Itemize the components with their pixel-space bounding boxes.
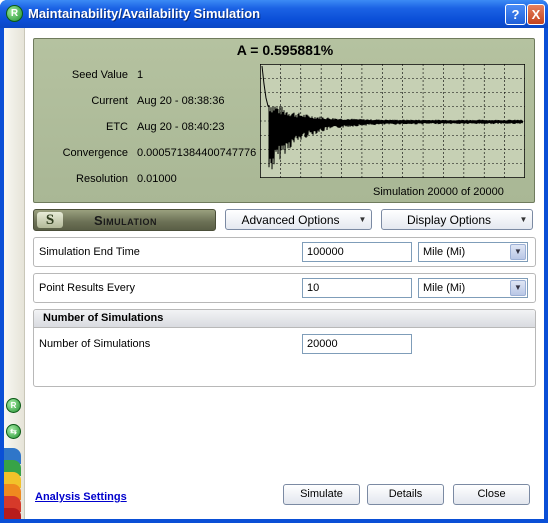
group-header: Number of Simulations bbox=[34, 310, 535, 328]
point-results-label: Point Results Every bbox=[39, 282, 135, 294]
stat-value: 0.000571384400747776 bbox=[137, 147, 257, 159]
end-time-input[interactable] bbox=[302, 242, 412, 262]
stat-value: Aug 20 - 08:38:36 bbox=[137, 95, 225, 107]
advanced-options-button[interactable]: Advanced Options ▼ bbox=[225, 209, 372, 230]
section-title: Simulation bbox=[94, 213, 157, 228]
stat-value: 1 bbox=[137, 69, 144, 81]
reliasoft-r-icon: R bbox=[6, 5, 23, 22]
stat-value: Aug 20 - 08:40:23 bbox=[137, 121, 225, 133]
stat-label: ETC bbox=[106, 121, 128, 133]
advanced-options-label: Advanced Options bbox=[241, 213, 340, 227]
section-letter-icon: S bbox=[37, 212, 63, 228]
point-results-group: Point Results Every Mile (Mi) ▼ bbox=[33, 273, 536, 303]
reliasoft-r-icon[interactable]: R bbox=[6, 398, 21, 413]
section-badge: S Simulation bbox=[33, 209, 216, 231]
end-time-label: Simulation End Time bbox=[39, 246, 140, 258]
chevron-down-icon: ▼ bbox=[358, 215, 367, 224]
end-time-group: Simulation End Time Mile (Mi) ▼ bbox=[33, 237, 536, 267]
close-window-button[interactable]: X bbox=[527, 4, 545, 25]
number-of-simulations-group: Number of Simulations Number of Simulati… bbox=[33, 309, 536, 387]
simulation-window: R Maintainability/Availability Simulatio… bbox=[0, 0, 548, 523]
availability-heading: A = 0.595881% bbox=[236, 42, 334, 58]
num-sims-label: Number of Simulations bbox=[39, 338, 151, 350]
stat-value: 0.01000 bbox=[137, 173, 177, 185]
simulation-display: A = 0.595881% Seed Value 1 Current Aug 2… bbox=[33, 38, 535, 203]
help-button[interactable]: ? bbox=[505, 4, 526, 25]
simulate-button[interactable]: Simulate bbox=[283, 484, 360, 505]
details-button[interactable]: Details bbox=[367, 484, 444, 505]
dialog-body: R ⇆ A = 0.595881% Seed Value 1 Current A… bbox=[4, 28, 544, 519]
close-button[interactable]: Close bbox=[453, 484, 530, 505]
analysis-settings-link[interactable]: Analysis Settings bbox=[35, 491, 127, 503]
arrows-icon[interactable]: ⇆ bbox=[6, 424, 21, 439]
chevron-down-icon[interactable]: ▼ bbox=[510, 244, 526, 260]
chevron-down-icon: ▼ bbox=[519, 215, 528, 224]
color-tab bbox=[4, 508, 21, 519]
group-header-title: Number of Simulations bbox=[43, 312, 164, 324]
stat-label: Resolution bbox=[76, 173, 128, 185]
end-time-unit-select[interactable]: Mile (Mi) ▼ bbox=[418, 242, 528, 262]
window-title: Maintainability/Availability Simulation bbox=[28, 6, 261, 21]
convergence-plot bbox=[260, 64, 525, 178]
chevron-down-icon[interactable]: ▼ bbox=[510, 280, 526, 296]
num-sims-input[interactable] bbox=[302, 334, 412, 354]
end-time-unit-value: Mile (Mi) bbox=[423, 246, 466, 258]
title-bar[interactable]: R Maintainability/Availability Simulatio… bbox=[0, 0, 548, 28]
color-tabs bbox=[4, 448, 25, 519]
stat-label: Current bbox=[91, 95, 128, 107]
simulation-toolbar: S Simulation Advanced Options ▼ Display … bbox=[33, 209, 536, 231]
stat-label: Convergence bbox=[62, 147, 128, 159]
main-panel: A = 0.595881% Seed Value 1 Current Aug 2… bbox=[25, 28, 544, 519]
simulation-progress: Simulation 20000 of 20000 bbox=[373, 186, 504, 198]
side-strip: R ⇆ bbox=[4, 28, 25, 519]
stat-label: Seed Value bbox=[71, 69, 128, 81]
point-results-unit-select[interactable]: Mile (Mi) ▼ bbox=[418, 278, 528, 298]
point-results-unit-value: Mile (Mi) bbox=[423, 282, 466, 294]
display-options-label: Display Options bbox=[406, 213, 492, 227]
point-results-input[interactable] bbox=[302, 278, 412, 298]
display-options-button[interactable]: Display Options ▼ bbox=[381, 209, 533, 230]
